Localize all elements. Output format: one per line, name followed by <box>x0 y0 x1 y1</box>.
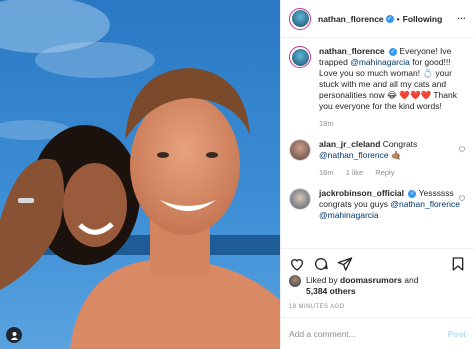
action-bar <box>281 248 474 278</box>
likes-prefix: Liked by <box>306 275 338 285</box>
share-icon[interactable] <box>337 256 353 272</box>
likes-conj: and <box>404 275 419 285</box>
comment-mention[interactable]: @nathan_florence <box>390 199 460 209</box>
couple-selfie-image <box>0 0 280 349</box>
comment-text: Congrats <box>382 139 418 149</box>
comment: alan_jr_cleland Congrats @nathan_florenc… <box>289 139 466 178</box>
post-details-panel: nathan_florence ✓ • Following ... nathan… <box>280 0 474 349</box>
heart-emojis: ❤️❤️❤️ <box>399 90 432 100</box>
post-header: nathan_florence ✓ • Following ... <box>281 0 474 38</box>
verified-badge-icon: ✓ <box>385 14 394 23</box>
avatar[interactable] <box>289 275 301 287</box>
post-comment-button[interactable]: Post <box>448 329 466 339</box>
comment-username[interactable]: jackrobinson_official <box>319 188 404 198</box>
separator-dot: • <box>396 13 400 24</box>
comment-username[interactable]: alan_jr_cleland <box>319 139 380 149</box>
verified-badge-icon: ✓ <box>408 189 417 198</box>
instagram-post: nathan_florence ✓ • Following ... nathan… <box>0 0 474 349</box>
following-button[interactable]: Following <box>403 14 443 24</box>
add-comment-bar: Add a comment... Post <box>281 317 474 349</box>
avatar[interactable] <box>289 7 311 30</box>
avatar[interactable] <box>289 139 311 161</box>
avatar[interactable] <box>289 46 311 68</box>
comment: jackrobinson_official ✓ Yessssss congrat… <box>289 188 466 221</box>
comments-list[interactable]: nathan_florence ✓ Everyone! Ive trapped … <box>281 38 474 246</box>
caption-mention[interactable]: @mahinagarcia <box>350 57 410 67</box>
verified-badge-icon: ✓ <box>389 47 398 56</box>
heart-icon[interactable] <box>458 145 466 153</box>
comment-meta: 16m 1 like Reply <box>319 167 466 178</box>
likes-summary: Liked by doomasrumors and 5,384 others <box>289 275 418 297</box>
more-options-button[interactable]: ... <box>457 11 466 21</box>
comment-emoji: 🤙🏽 <box>390 150 402 160</box>
caption-username[interactable]: nathan_florence <box>319 46 385 56</box>
avatar[interactable] <box>289 188 311 210</box>
header-username[interactable]: nathan_florence <box>318 14 384 24</box>
comment-likes[interactable]: 1 like <box>346 168 364 177</box>
likes-user[interactable]: doomasrumors <box>340 275 402 285</box>
reply-button[interactable]: Reply <box>375 168 394 177</box>
bookmark-icon[interactable] <box>450 256 466 272</box>
caption-time: 18m <box>319 119 334 128</box>
caption: nathan_florence ✓ Everyone! Ive trapped … <box>289 46 466 129</box>
heart-icon[interactable] <box>458 194 466 202</box>
post-timestamp[interactable]: 18 MINUTES AGO <box>289 304 345 310</box>
comment-time[interactable]: 16m <box>319 168 334 177</box>
comment-mention[interactable]: @mahinagarcia <box>319 210 379 220</box>
post-photo[interactable] <box>0 0 280 349</box>
heart-icon[interactable] <box>289 256 305 272</box>
likes-count[interactable]: 5,384 others <box>306 286 356 296</box>
user-tag-icon[interactable] <box>6 327 22 343</box>
comment-icon[interactable] <box>313 256 329 272</box>
add-comment-input[interactable]: Add a comment... <box>289 329 356 339</box>
comment-mention[interactable]: @nathan_florence <box>319 150 389 160</box>
